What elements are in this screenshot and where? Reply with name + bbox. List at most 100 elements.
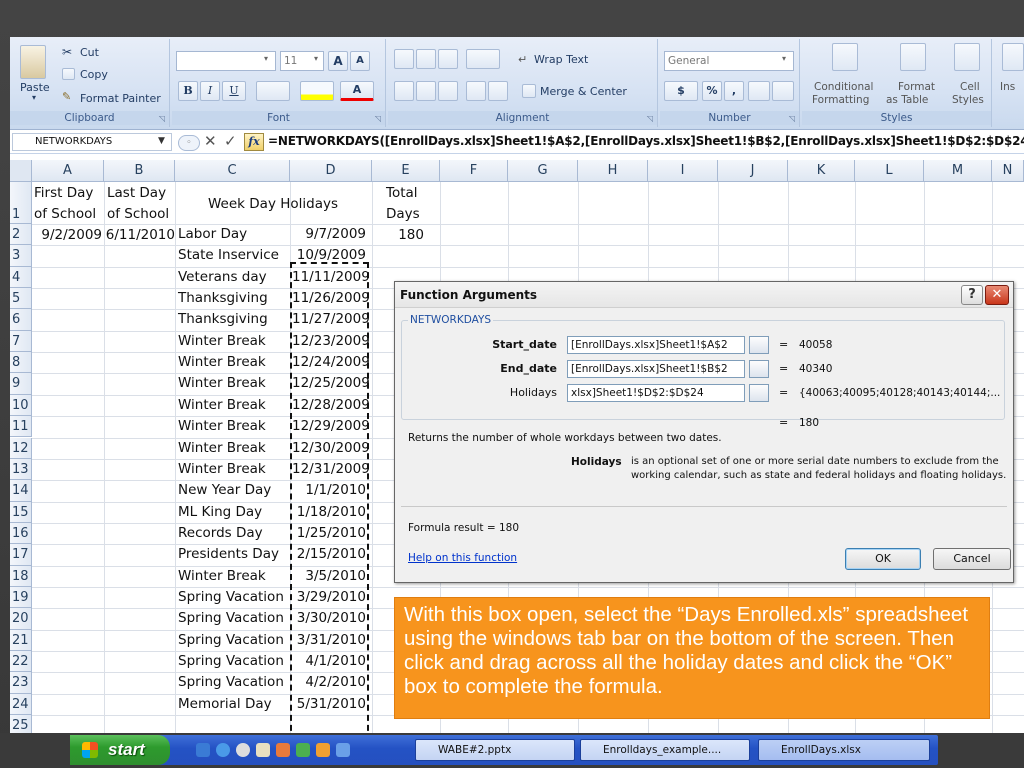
holiday-name-cell[interactable]: Spring Vacation — [178, 651, 284, 672]
bold-button[interactable]: B — [178, 81, 198, 101]
quicklaunch-app-icon[interactable] — [336, 743, 350, 757]
cell-styles-label2[interactable]: Styles — [952, 94, 984, 106]
clipboard-launcher-icon[interactable]: ◹ — [159, 114, 165, 123]
column-header-b[interactable]: B — [104, 160, 175, 182]
align-right-icon[interactable] — [438, 81, 458, 101]
column-header-n[interactable]: N — [992, 160, 1024, 182]
taskbar-item-enrolldays[interactable]: EnrollDays.xlsx — [758, 739, 930, 761]
decrease-decimal-icon[interactable] — [772, 81, 794, 101]
holiday-name-cell[interactable]: Memorial Day — [178, 694, 272, 715]
column-header-g[interactable]: G — [508, 160, 578, 182]
cut-button[interactable]: Cut — [80, 46, 99, 59]
cell-styles-icon[interactable] — [954, 43, 980, 71]
row-header-17[interactable]: 17 — [10, 544, 32, 566]
wrap-text-icon[interactable]: ↵ — [518, 53, 527, 66]
conditional-formatting-label[interactable]: Conditional — [814, 81, 873, 93]
paste-icon[interactable] — [20, 45, 46, 79]
format-painter-button[interactable]: Format Painter — [80, 92, 161, 105]
taskbar-item-powerpoint[interactable]: WABE#2.pptx — [415, 739, 575, 761]
column-header-a[interactable]: A — [32, 160, 104, 182]
format-as-table-label[interactable]: Format — [898, 81, 935, 93]
row-header-23[interactable]: 23 — [10, 672, 32, 694]
align-bottom-icon[interactable] — [438, 49, 458, 69]
holiday-date-cell[interactable]: 9/7/2009 — [292, 224, 366, 245]
row-header-10[interactable]: 10 — [10, 394, 32, 417]
close-icon[interactable]: ✕ — [985, 285, 1009, 305]
copy-icon[interactable] — [62, 68, 75, 80]
row-header-12[interactable]: 12 — [10, 437, 32, 459]
number-format-dropdown-icon[interactable]: ▾ — [782, 54, 786, 63]
format-painter-icon[interactable]: ✎ — [62, 90, 71, 103]
row-header-14[interactable]: 14 — [10, 480, 32, 502]
column-header-i[interactable]: I — [648, 160, 718, 182]
percent-button[interactable]: % — [702, 81, 722, 101]
font-color-button[interactable]: A — [340, 81, 374, 101]
holiday-name-cell[interactable]: New Year Day — [178, 480, 271, 501]
quicklaunch-ie-icon[interactable] — [216, 743, 230, 757]
row-header-22[interactable]: 22 — [10, 651, 32, 673]
holiday-name-cell[interactable]: Spring Vacation — [178, 587, 284, 608]
row-header-7[interactable]: 7 — [10, 330, 32, 353]
holiday-name-cell[interactable]: ML King Day — [178, 502, 262, 523]
increase-indent-icon[interactable] — [488, 81, 508, 101]
holiday-name-cell[interactable]: Winter Break — [178, 373, 266, 394]
number-format-field[interactable]: General — [664, 51, 794, 71]
borders-icon[interactable] — [256, 81, 290, 101]
shrink-font-button[interactable]: A — [350, 51, 370, 71]
italic-button[interactable]: I — [200, 81, 220, 101]
orientation-icon[interactable] — [466, 49, 500, 69]
cell-b1-line2[interactable]: of School — [107, 204, 169, 225]
cell-a1-line2[interactable]: of School — [34, 204, 96, 225]
column-header-l[interactable]: L — [855, 160, 924, 182]
taskbar-item-enrolldays-example[interactable]: Enrolldays_example.... — [580, 739, 750, 761]
row-header-5[interactable]: 5 — [10, 288, 32, 310]
ok-button[interactable]: OK — [845, 548, 921, 570]
holiday-name-cell[interactable]: Veterans day — [178, 267, 267, 288]
holiday-name-cell[interactable]: Thanksgiving — [178, 309, 268, 330]
column-header-f[interactable]: F — [440, 160, 508, 182]
format-as-table-label2[interactable]: as Table — [886, 94, 928, 106]
holiday-name-cell[interactable]: Spring Vacation — [178, 608, 284, 629]
start-date-input[interactable]: [EnrollDays.xlsx]Sheet1!$A$2 — [567, 336, 745, 354]
paste-dropdown-icon[interactable]: ▾ — [32, 93, 36, 102]
row-header-19[interactable]: 19 — [10, 586, 32, 609]
holidays-collapse-icon[interactable] — [749, 384, 769, 402]
row-header-20[interactable]: 20 — [10, 608, 32, 630]
comma-button[interactable]: , — [724, 81, 744, 101]
column-header-h[interactable]: H — [578, 160, 648, 182]
increase-decimal-icon[interactable] — [748, 81, 770, 101]
wrap-text-button[interactable]: Wrap Text — [534, 53, 588, 66]
holiday-name-cell[interactable]: Winter Break — [178, 395, 266, 416]
column-header-d[interactable]: D — [290, 160, 372, 182]
grow-font-button[interactable]: A — [328, 51, 348, 71]
end-date-collapse-icon[interactable] — [749, 360, 769, 378]
currency-button[interactable]: $ — [664, 81, 698, 101]
holiday-name-cell[interactable]: Winter Break — [178, 438, 266, 459]
decrease-indent-icon[interactable] — [466, 81, 486, 101]
quicklaunch-show-desktop-icon[interactable] — [196, 743, 210, 757]
name-box[interactable]: NETWORKDAYS — [12, 133, 172, 151]
cancel-button[interactable]: Cancel — [933, 548, 1011, 570]
enter-formula-icon[interactable]: ✓ — [224, 132, 237, 150]
row-header-3[interactable]: 3 — [10, 245, 32, 267]
row-header-4[interactable]: 4 — [10, 266, 32, 289]
cell-e1-line1[interactable]: Total — [386, 183, 418, 204]
row-header-2[interactable]: 2 — [10, 224, 32, 246]
formula-expand-icon[interactable]: ◦ — [178, 135, 200, 151]
holiday-name-cell[interactable]: Labor Day — [178, 224, 247, 245]
quicklaunch-word-icon[interactable] — [256, 743, 270, 757]
cell-cd1[interactable]: Week Day Holidays — [208, 194, 338, 215]
row-header-24[interactable]: 24 — [10, 693, 32, 716]
column-header-k[interactable]: K — [788, 160, 855, 182]
holidays-input[interactable]: xlsx]Sheet1!$D$2:$D$24 — [567, 384, 745, 402]
merge-center-button[interactable]: Merge & Center — [540, 85, 627, 98]
cell-a2[interactable]: 9/2/2009 — [32, 225, 102, 246]
copy-button[interactable]: Copy — [80, 68, 108, 81]
help-link[interactable]: Help on this function — [408, 552, 517, 564]
start-date-collapse-icon[interactable] — [749, 336, 769, 354]
holiday-name-cell[interactable]: Records Day — [178, 523, 263, 544]
insert-label[interactable]: Ins — [1000, 81, 1015, 93]
holiday-name-cell[interactable]: Presidents Day — [178, 544, 279, 565]
cell-a1-line1[interactable]: First Day — [34, 183, 93, 204]
underline-button[interactable]: U — [222, 81, 246, 101]
